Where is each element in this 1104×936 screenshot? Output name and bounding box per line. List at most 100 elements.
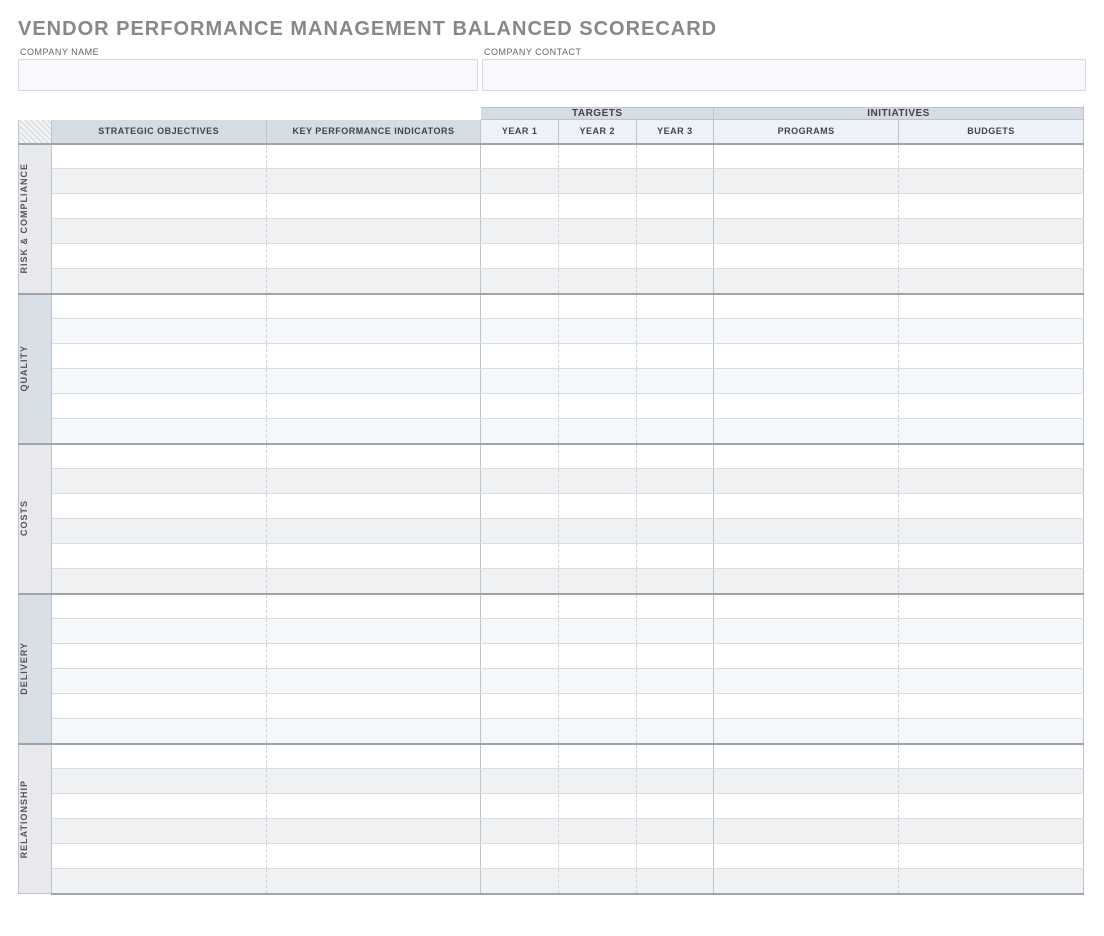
budgets-cell-input[interactable] bbox=[899, 719, 1083, 743]
programs-cell-input[interactable] bbox=[714, 745, 898, 769]
budgets-cell-input[interactable] bbox=[899, 344, 1083, 368]
kpi-cell-input[interactable] bbox=[267, 669, 481, 693]
year2-cell-input[interactable] bbox=[559, 394, 636, 418]
year3-cell-input[interactable] bbox=[637, 569, 714, 593]
year3-cell-input[interactable] bbox=[637, 369, 714, 393]
objective-cell-input[interactable] bbox=[52, 219, 266, 243]
kpi-cell-input[interactable] bbox=[267, 269, 481, 293]
year1-cell-input[interactable] bbox=[481, 369, 558, 393]
budgets-cell-input[interactable] bbox=[899, 194, 1083, 218]
budgets-cell-input[interactable] bbox=[899, 494, 1083, 518]
year2-cell-input[interactable] bbox=[559, 719, 636, 743]
year3-cell-input[interactable] bbox=[637, 319, 714, 343]
year2-cell-input[interactable] bbox=[559, 445, 636, 469]
year2-cell-input[interactable] bbox=[559, 194, 636, 218]
programs-cell-input[interactable] bbox=[714, 369, 898, 393]
budgets-cell-input[interactable] bbox=[899, 694, 1083, 718]
objective-cell-input[interactable] bbox=[52, 319, 266, 343]
year3-cell-input[interactable] bbox=[637, 145, 714, 169]
year3-cell-input[interactable] bbox=[637, 745, 714, 769]
budgets-cell-input[interactable] bbox=[899, 145, 1083, 169]
year3-cell-input[interactable] bbox=[637, 469, 714, 493]
year2-cell-input[interactable] bbox=[559, 869, 636, 893]
year1-cell-input[interactable] bbox=[481, 619, 558, 643]
year3-cell-input[interactable] bbox=[637, 869, 714, 893]
budgets-cell-input[interactable] bbox=[899, 169, 1083, 193]
year1-cell-input[interactable] bbox=[481, 745, 558, 769]
budgets-cell-input[interactable] bbox=[899, 619, 1083, 643]
kpi-cell-input[interactable] bbox=[267, 445, 481, 469]
kpi-cell-input[interactable] bbox=[267, 145, 481, 169]
year3-cell-input[interactable] bbox=[637, 295, 714, 319]
budgets-cell-input[interactable] bbox=[899, 819, 1083, 843]
year3-cell-input[interactable] bbox=[637, 595, 714, 619]
programs-cell-input[interactable] bbox=[714, 819, 898, 843]
year1-cell-input[interactable] bbox=[481, 344, 558, 368]
year2-cell-input[interactable] bbox=[559, 644, 636, 668]
budgets-cell-input[interactable] bbox=[899, 644, 1083, 668]
objective-cell-input[interactable] bbox=[52, 644, 266, 668]
programs-cell-input[interactable] bbox=[714, 394, 898, 418]
year2-cell-input[interactable] bbox=[559, 494, 636, 518]
kpi-cell-input[interactable] bbox=[267, 194, 481, 218]
objective-cell-input[interactable] bbox=[52, 669, 266, 693]
budgets-cell-input[interactable] bbox=[899, 219, 1083, 243]
programs-cell-input[interactable] bbox=[714, 619, 898, 643]
kpi-cell-input[interactable] bbox=[267, 244, 481, 268]
year2-cell-input[interactable] bbox=[559, 269, 636, 293]
kpi-cell-input[interactable] bbox=[267, 719, 481, 743]
year3-cell-input[interactable] bbox=[637, 544, 714, 568]
programs-cell-input[interactable] bbox=[714, 544, 898, 568]
programs-cell-input[interactable] bbox=[714, 269, 898, 293]
year1-cell-input[interactable] bbox=[481, 569, 558, 593]
year1-cell-input[interactable] bbox=[481, 244, 558, 268]
kpi-cell-input[interactable] bbox=[267, 295, 481, 319]
objective-cell-input[interactable] bbox=[52, 544, 266, 568]
year3-cell-input[interactable] bbox=[637, 694, 714, 718]
programs-cell-input[interactable] bbox=[714, 145, 898, 169]
year2-cell-input[interactable] bbox=[559, 169, 636, 193]
year3-cell-input[interactable] bbox=[637, 194, 714, 218]
year1-cell-input[interactable] bbox=[481, 519, 558, 543]
kpi-cell-input[interactable] bbox=[267, 819, 481, 843]
programs-cell-input[interactable] bbox=[714, 319, 898, 343]
year3-cell-input[interactable] bbox=[637, 844, 714, 868]
year1-cell-input[interactable] bbox=[481, 595, 558, 619]
kpi-cell-input[interactable] bbox=[267, 344, 481, 368]
year2-cell-input[interactable] bbox=[559, 219, 636, 243]
kpi-cell-input[interactable] bbox=[267, 869, 481, 893]
year3-cell-input[interactable] bbox=[637, 619, 714, 643]
year3-cell-input[interactable] bbox=[637, 644, 714, 668]
programs-cell-input[interactable] bbox=[714, 844, 898, 868]
programs-cell-input[interactable] bbox=[714, 869, 898, 893]
programs-cell-input[interactable] bbox=[714, 569, 898, 593]
objective-cell-input[interactable] bbox=[52, 295, 266, 319]
programs-cell-input[interactable] bbox=[714, 644, 898, 668]
objective-cell-input[interactable] bbox=[52, 794, 266, 818]
objective-cell-input[interactable] bbox=[52, 244, 266, 268]
objective-cell-input[interactable] bbox=[52, 494, 266, 518]
kpi-cell-input[interactable] bbox=[267, 745, 481, 769]
objective-cell-input[interactable] bbox=[52, 719, 266, 743]
year3-cell-input[interactable] bbox=[637, 219, 714, 243]
kpi-cell-input[interactable] bbox=[267, 219, 481, 243]
year3-cell-input[interactable] bbox=[637, 794, 714, 818]
year2-cell-input[interactable] bbox=[559, 319, 636, 343]
objective-cell-input[interactable] bbox=[52, 619, 266, 643]
kpi-cell-input[interactable] bbox=[267, 544, 481, 568]
year3-cell-input[interactable] bbox=[637, 419, 714, 443]
year1-cell-input[interactable] bbox=[481, 644, 558, 668]
year1-cell-input[interactable] bbox=[481, 769, 558, 793]
budgets-cell-input[interactable] bbox=[899, 844, 1083, 868]
year2-cell-input[interactable] bbox=[559, 569, 636, 593]
year1-cell-input[interactable] bbox=[481, 445, 558, 469]
objective-cell-input[interactable] bbox=[52, 419, 266, 443]
kpi-cell-input[interactable] bbox=[267, 694, 481, 718]
budgets-cell-input[interactable] bbox=[899, 745, 1083, 769]
year2-cell-input[interactable] bbox=[559, 295, 636, 319]
year3-cell-input[interactable] bbox=[637, 819, 714, 843]
year1-cell-input[interactable] bbox=[481, 394, 558, 418]
objective-cell-input[interactable] bbox=[52, 445, 266, 469]
budgets-cell-input[interactable] bbox=[899, 445, 1083, 469]
programs-cell-input[interactable] bbox=[714, 244, 898, 268]
